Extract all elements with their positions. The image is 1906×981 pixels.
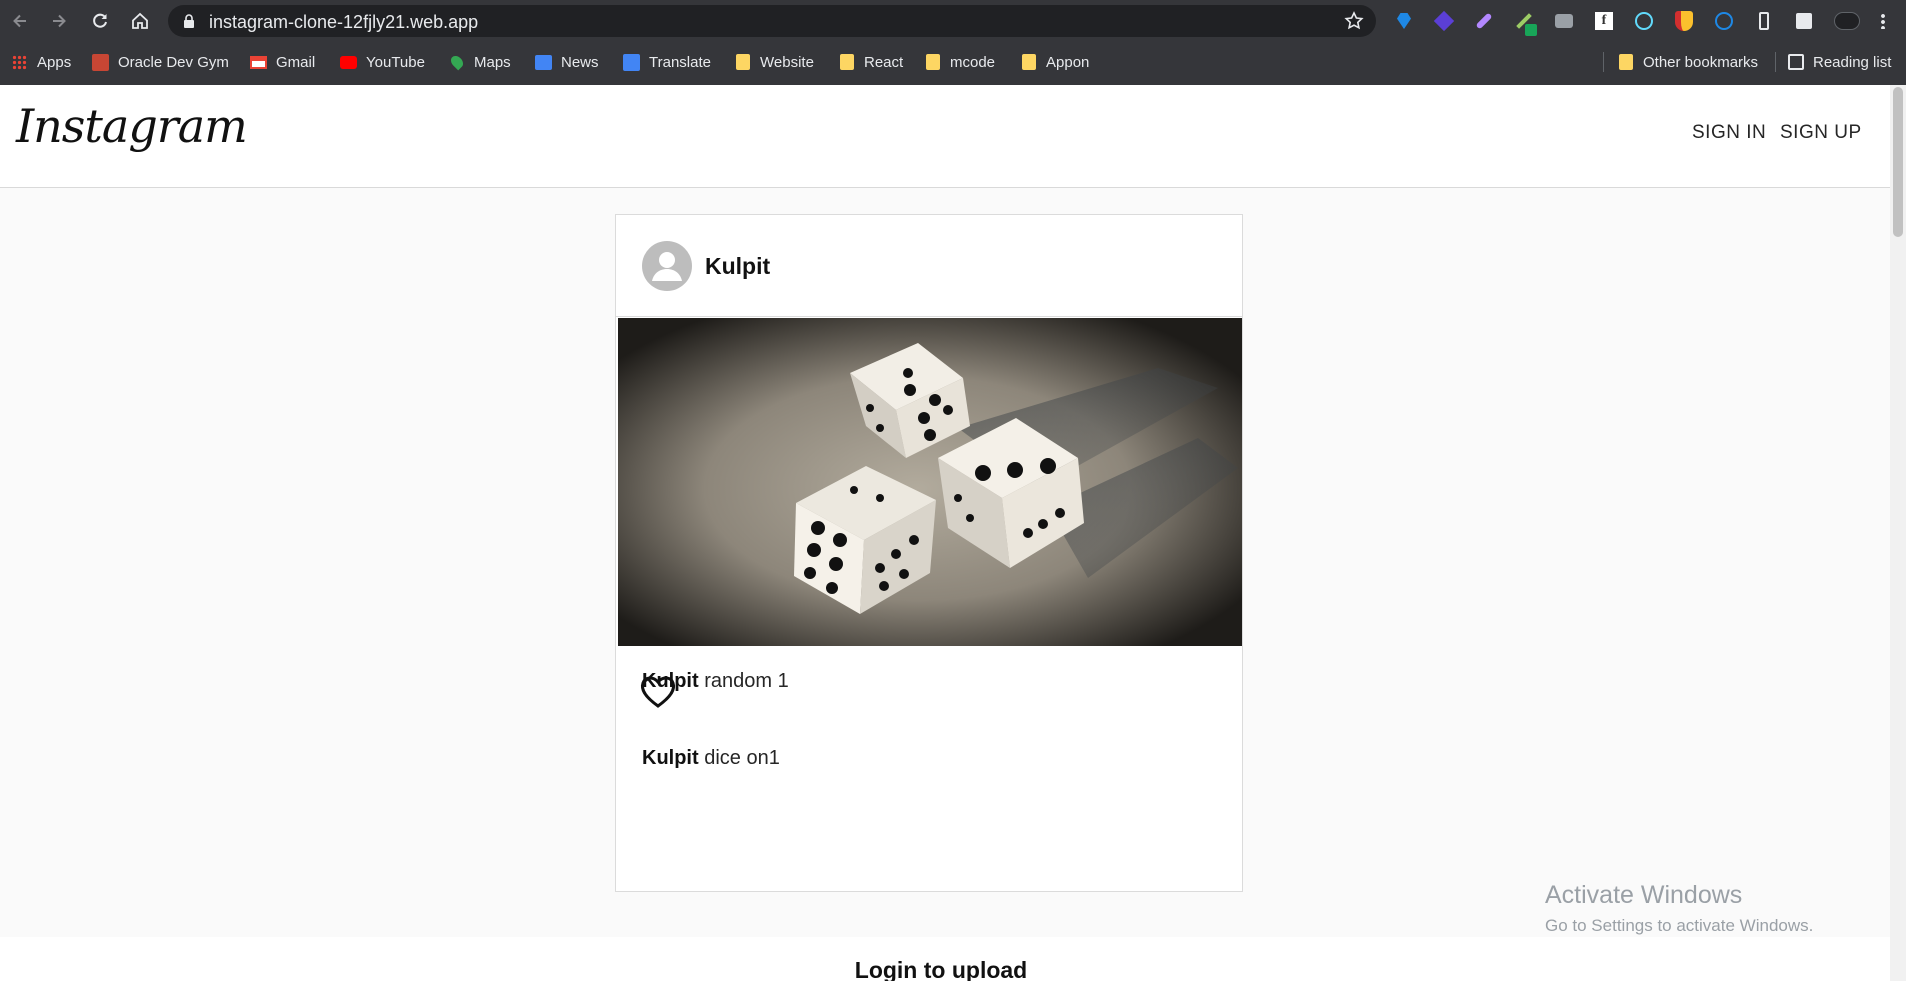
folder-icon [1020,54,1037,71]
comment-item: Kulpit random 1 [642,670,789,693]
sign-in-button[interactable]: SIGN IN [1692,122,1766,144]
pen-extension-icon[interactable] [1513,10,1537,36]
feather-extension-icon[interactable] [1473,10,1495,32]
bookmark-oracle-dev-gym[interactable]: Oracle Dev Gym [92,49,229,75]
dice-image [618,318,1242,646]
arrow-right-icon [53,14,66,28]
bookmark-other-bookmarks[interactable]: Other bookmarks [1617,49,1758,75]
bookmark-react[interactable]: React [838,49,903,75]
youtube-icon [340,54,357,71]
apps-grid-icon [11,54,28,71]
phone-extension-icon[interactable] [1753,10,1775,32]
folder-icon [1617,54,1634,71]
forward-button[interactable] [47,9,71,33]
folder-icon [924,54,941,71]
reading-list-icon [1787,54,1804,71]
post-header: Kulpit [616,215,1242,317]
bookmarks-divider [1603,52,1604,72]
bookmark-translate[interactable]: Translate [623,49,711,75]
bookmark-label: React [864,53,904,71]
browser-toolbar: instagram-clone-12fjly21.web.app f [0,0,1906,42]
post-username[interactable]: Kulpit [705,253,770,280]
bookmark-label: Appon [1046,53,1090,71]
login-to-upload-text: Login to upload [854,957,1028,981]
bookmark-label: Gmail [276,53,316,71]
layers-extension-icon[interactable] [1433,10,1455,32]
user-silhouette-icon [652,252,682,281]
gem-extension-icon[interactable] [1393,10,1415,32]
comment-username[interactable]: Kulpit [642,670,699,692]
gmail-icon [250,54,267,71]
bookmark-website[interactable]: Website [734,49,814,75]
puzzle-extensions-icon[interactable] [1793,10,1815,32]
news-icon [535,54,552,71]
avatar[interactable] [642,241,692,291]
bookmark-label: YouTube [366,53,425,71]
post-image [618,318,1242,646]
home-icon [132,12,148,29]
comment-text: random 1 [704,670,789,692]
bookmark-gmail[interactable]: Gmail [250,49,315,75]
browser-chrome: instagram-clone-12fjly21.web.app f Apps … [0,0,1906,85]
scrollbar-thumb[interactable] [1893,87,1903,237]
upload-footer: Login to upload [0,937,1890,981]
folder-icon [734,54,751,71]
sign-up-button[interactable]: SIGN UP [1780,122,1862,144]
bookmark-label: Apps [37,53,72,71]
reading-list-button[interactable]: Reading list [1787,49,1891,75]
home-button[interactable] [128,9,152,33]
lock-icon [184,14,194,28]
bookmarks-bar: Apps Oracle Dev Gym Gmail YouTube Maps N… [0,49,1906,75]
oracle-dev-gym-icon [92,53,109,71]
bookmark-star-icon[interactable] [1344,11,1364,31]
shield-extension-icon[interactable] [1673,10,1695,32]
arrow-left-icon [13,14,26,28]
instagram-logo[interactable]: Instagram [16,99,248,153]
back-button[interactable] [8,9,32,33]
bookmark-label: Other bookmarks [1643,53,1759,71]
bookmark-label: Website [760,53,814,71]
share-extension-icon[interactable] [1713,10,1735,32]
page-scrollbar[interactable] [1890,85,1906,981]
comment-text: dice on1 [704,747,780,769]
f-extension-icon[interactable]: f [1593,10,1615,32]
bookmark-label: News [561,53,599,71]
maps-icon [448,53,465,71]
watermark-subtitle: Go to Settings to activate Windows. [1545,916,1814,935]
profile-avatar-icon[interactable] [1834,10,1860,32]
react-devtools-icon[interactable] [1633,10,1655,32]
bookmark-label: Oracle Dev Gym [118,53,229,71]
post-card: Kulpit Kulpit random 1 Kulpit dice on1 [615,214,1243,892]
bookmark-mcode[interactable]: mcode [924,49,995,75]
address-bar[interactable]: instagram-clone-12fjly21.web.app [168,5,1376,37]
app-header: Instagram SIGN IN SIGN UP [0,85,1906,188]
page-viewport: Instagram SIGN IN SIGN UP Kulpit Kulpit … [0,85,1906,981]
camera-extension-icon[interactable] [1553,10,1575,32]
bookmark-label: Translate [649,53,711,71]
bookmark-youtube[interactable]: YouTube [340,49,425,75]
reload-button[interactable] [88,9,112,33]
windows-activation-watermark: Activate Windows Go to Settings to activ… [1545,881,1813,936]
address-url[interactable]: instagram-clone-12fjly21.web.app [209,12,478,33]
reading-list-label: Reading list [1813,53,1892,71]
bookmark-label: mcode [950,53,996,71]
kebab-menu-icon[interactable] [1872,10,1894,32]
watermark-title: Activate Windows [1545,881,1743,909]
folder-icon [838,54,855,71]
comment-username[interactable]: Kulpit [642,747,699,769]
bookmarks-divider [1775,52,1776,72]
bookmark-label: Maps [474,53,511,71]
reload-icon [93,13,107,28]
comment-item: Kulpit dice on1 [642,747,780,770]
bookmark-appon[interactable]: Appon [1020,49,1089,75]
bookmark-news[interactable]: News [535,49,599,75]
bookmark-apps[interactable]: Apps [11,49,71,75]
bookmark-maps[interactable]: Maps [448,49,511,75]
translate-icon [623,53,640,71]
